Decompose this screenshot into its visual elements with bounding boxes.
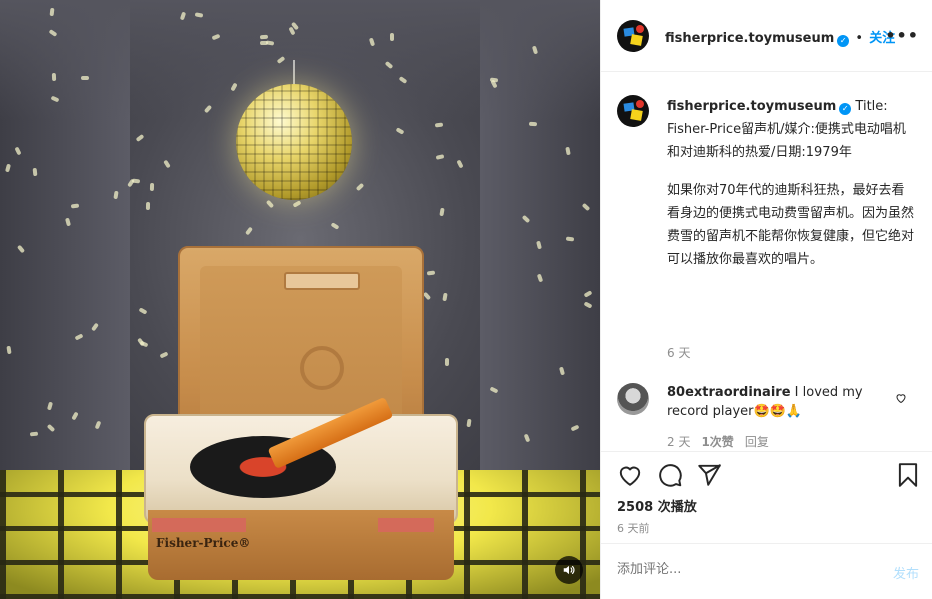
- front-label-right: [378, 518, 434, 532]
- light-reflection-dot: [149, 182, 154, 191]
- comment-timestamp[interactable]: 2 天: [667, 433, 690, 450]
- front-label-left: [152, 518, 246, 532]
- light-reflection-dot: [442, 292, 448, 301]
- light-reflection-dot: [51, 72, 57, 82]
- light-reflection-dot: [80, 75, 89, 80]
- comment-text: 80extraordinaire I loved my record playe…: [667, 383, 877, 421]
- light-reflection-dot: [194, 11, 204, 18]
- light-reflection-dot: [163, 159, 171, 169]
- caption-section: fisherprice.toymuseum ✓ Title: Fisher-Pri…: [601, 73, 932, 451]
- caption-author-avatar[interactable]: [617, 95, 649, 127]
- lid-handle: [284, 272, 360, 290]
- author-username[interactable]: fisherprice.toymuseum: [665, 31, 834, 46]
- comment-like-button[interactable]: [895, 392, 907, 407]
- caption-username[interactable]: fisherprice.toymuseum: [667, 99, 836, 114]
- avatar-red-dot: [636, 25, 644, 33]
- avatar-yellow-shape: [630, 109, 643, 121]
- audio-toggle-button[interactable]: [555, 556, 583, 584]
- light-reflection-dot: [29, 431, 38, 437]
- light-reflection-dot: [528, 121, 537, 126]
- paper-plane-icon: [698, 464, 721, 486]
- disco-ball: [236, 84, 352, 200]
- light-reflection-dot: [565, 236, 575, 242]
- view-count[interactable]: 2508 次播放: [617, 496, 697, 515]
- light-reflection-dot: [330, 222, 340, 230]
- comment-likes-count[interactable]: 1次赞: [701, 433, 733, 450]
- action-bar: 2508 次播放 6 天前: [601, 451, 932, 543]
- avatar-red-dot: [636, 100, 644, 108]
- header-separator: •: [855, 31, 864, 46]
- heart-icon: [619, 466, 641, 486]
- light-reflection-dot: [135, 134, 145, 143]
- light-reflection-dot: [159, 351, 168, 359]
- light-reflection-dot: [435, 154, 445, 161]
- save-button[interactable]: [895, 462, 921, 492]
- commenter-avatar[interactable]: [617, 383, 649, 415]
- post-side-panel: fisherprice.toymuseum ✓ • 关注 ••• fisherpr…: [600, 0, 932, 599]
- light-reflection-dot: [245, 226, 254, 236]
- bookmark-icon: [898, 463, 918, 487]
- light-reflection-dot: [456, 159, 464, 169]
- light-reflection-dot: [259, 34, 268, 40]
- verified-badge-icon: ✓: [839, 103, 852, 115]
- disco-ball-string: [293, 60, 295, 86]
- light-reflection-dot: [389, 33, 394, 42]
- caption-timestamp[interactable]: 6 天: [667, 344, 690, 361]
- lid-circle: [300, 346, 344, 390]
- header-name-row: fisherprice.toymuseum ✓ • 关注: [665, 27, 895, 47]
- comment-button[interactable]: [657, 462, 683, 492]
- caption-body: 如果你对70年代的迪斯科狂热，最好去看看身边的便携式电动费雪留声机。因为虽然费雪…: [667, 183, 915, 267]
- post-date[interactable]: 6 天前: [617, 520, 650, 536]
- light-reflection-dot: [395, 127, 405, 135]
- post-comment-button[interactable]: 发布: [893, 563, 919, 582]
- share-button[interactable]: [696, 462, 722, 492]
- more-options-icon: •••: [885, 26, 919, 45]
- comment-input[interactable]: [617, 562, 867, 577]
- light-reflection-dot: [145, 201, 151, 210]
- light-reflection-dot: [265, 199, 275, 209]
- like-button[interactable]: [617, 462, 643, 492]
- avatar-yellow-shape: [630, 34, 643, 46]
- light-reflection-dot: [465, 418, 472, 428]
- brand-logo: Fisher-Price®: [156, 536, 251, 550]
- heart-outline-icon: [896, 394, 906, 404]
- light-reflection-dot: [434, 122, 444, 128]
- post-header: fisherprice.toymuseum ✓ • 关注 •••: [601, 0, 932, 72]
- light-reflection-dot: [260, 41, 269, 46]
- commenter-username[interactable]: 80extraordinaire: [667, 385, 791, 400]
- light-reflection-dot: [112, 190, 119, 200]
- light-reflection-dot: [32, 167, 37, 176]
- post-media[interactable]: Fisher-Price®: [0, 0, 600, 599]
- comment-reply-button[interactable]: 回复: [745, 433, 769, 450]
- add-comment-bar: 发布: [601, 543, 932, 599]
- light-reflection-dot: [355, 182, 365, 191]
- speaker-icon: [563, 565, 575, 575]
- comment-meta: 2 天 1次赞 回复: [667, 433, 769, 450]
- light-reflection-dot: [426, 270, 436, 276]
- light-reflection-dot: [422, 291, 432, 301]
- light-reflection-dot: [292, 200, 301, 208]
- author-avatar[interactable]: [617, 20, 649, 52]
- comment-bubble-icon: [659, 464, 682, 487]
- caption-text: fisherprice.toymuseum ✓ Title: Fisher-Pri…: [667, 95, 917, 271]
- light-reflection-dot: [138, 307, 148, 315]
- caption-title-line: fisherprice.toymuseum ✓ Title: Fisher-Pri…: [667, 95, 917, 164]
- light-reflection-dot: [444, 357, 449, 366]
- more-options-button[interactable]: •••: [885, 26, 919, 45]
- light-reflection-dot: [438, 207, 445, 217]
- verified-badge-icon: ✓: [837, 35, 850, 47]
